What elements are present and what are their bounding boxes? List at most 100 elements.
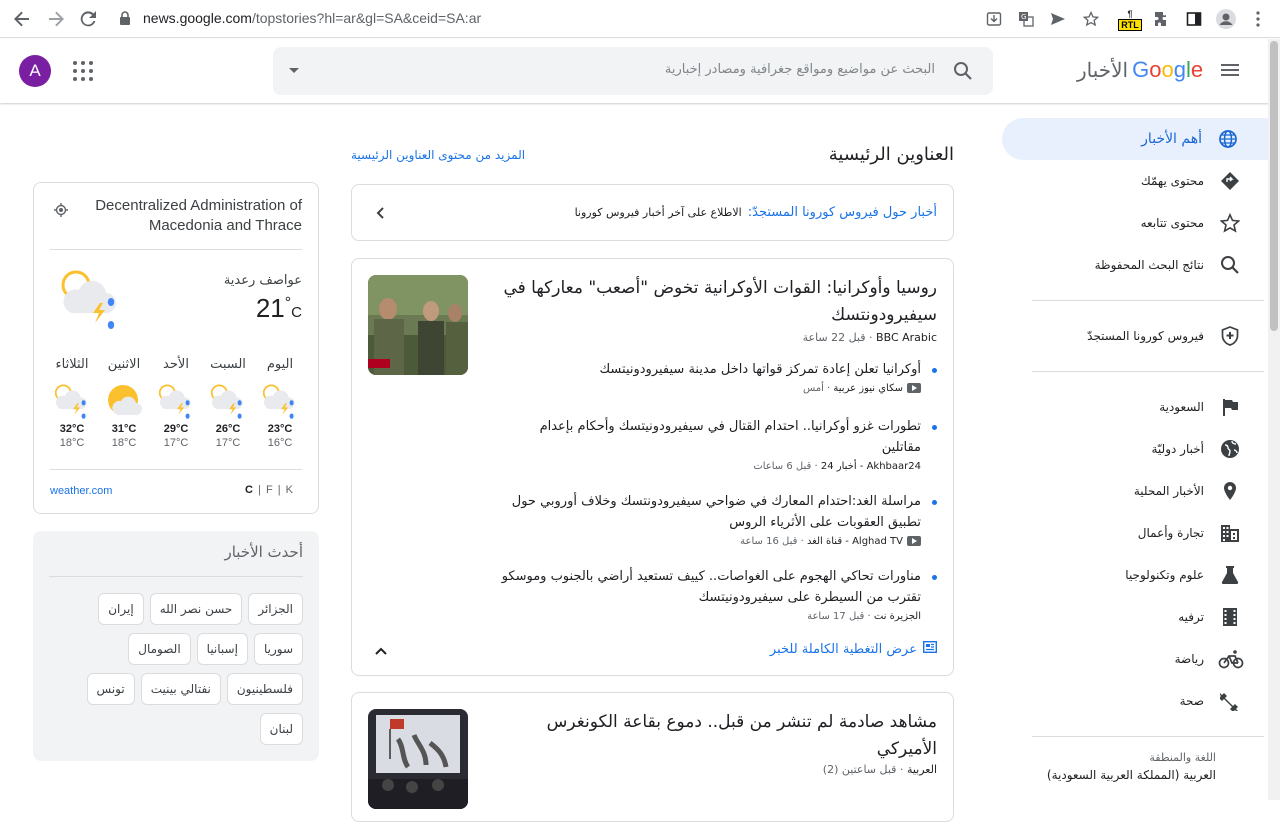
extensions-puzzle-icon[interactable]: [1151, 8, 1173, 30]
sidebar-item-label: علوم وتكنولوجيا: [1125, 568, 1204, 582]
sub-story-time: أمس: [802, 383, 824, 394]
sidebar-item-entertainment[interactable]: ترفيه: [1002, 596, 1280, 638]
language-label: اللغة والمنطقة: [1149, 751, 1216, 764]
lock-icon[interactable]: [119, 10, 133, 26]
bookmark-star-icon[interactable]: [1080, 8, 1102, 30]
scrollbar-thumb[interactable]: [1270, 41, 1278, 331]
sub-story-headline[interactable]: تطورات غزو أوكرانيا.. احتدام القتال في س…: [501, 416, 937, 458]
sidebar-item-science[interactable]: علوم وتكنولوجيا: [1002, 554, 1280, 596]
story-card: مشاهد صادمة لم تنشر من قبل.. دموع بقاعة …: [351, 692, 954, 822]
forecast-day[interactable]: اليوم 23°C 16°C: [258, 357, 302, 457]
sidebar-item-sports[interactable]: رياضة: [1002, 638, 1280, 680]
sidebar-item-local[interactable]: الأخبار المحلية: [1002, 470, 1280, 512]
my-location-icon[interactable]: [54, 202, 68, 217]
sidebar-item-covid[interactable]: فيروس كورونا المستجدّ: [1002, 315, 1280, 357]
translate-icon[interactable]: G: [1015, 8, 1037, 30]
topic-chip[interactable]: نفتالي بينيت: [140, 673, 221, 705]
topic-chip[interactable]: الصومال: [128, 633, 191, 665]
sub-story-headline[interactable]: أوكرانيا تعلن إعادة تمركز قواتها داخل مد…: [501, 359, 937, 380]
topic-chip[interactable]: حسن نصر الله: [149, 593, 243, 625]
shield-icon: [1220, 326, 1240, 346]
sidebar-item-following[interactable]: محتوى تتابعه: [1002, 202, 1280, 244]
profile-icon[interactable]: [1215, 8, 1237, 30]
sub-story[interactable]: تطورات غزو أوكرانيا.. احتدام القتال في س…: [501, 416, 937, 472]
sidebar-item-top-stories[interactable]: أهم الأخبار: [1002, 118, 1278, 160]
logo-letter: g: [1173, 57, 1186, 82]
install-icon[interactable]: [983, 8, 1005, 30]
sub-story-source[interactable]: سكاي نيوز عربية: [833, 383, 903, 394]
chevron-up-icon[interactable]: [374, 643, 388, 657]
url-host: news.google.com: [143, 10, 252, 26]
weather-source-link[interactable]: weather.com: [50, 485, 112, 497]
forecast-day[interactable]: الأحد 29°C 17°C: [154, 357, 198, 457]
page-scrollbar[interactable]: [1268, 39, 1280, 800]
forecast-day[interactable]: الثلاثاء 32°C 18°C: [50, 357, 94, 457]
page-title[interactable]: العناوين الرئيسية: [829, 144, 954, 165]
more-vert-icon[interactable]: [1247, 8, 1269, 30]
sidebar-item-health[interactable]: صحة: [1002, 680, 1280, 722]
topic-chip[interactable]: سوريا: [253, 633, 303, 665]
search-box[interactable]: البحث عن مواضيع ومواقع جغرافية ومصادر إخ…: [273, 47, 993, 95]
latest-news-title: أحدث الأخبار: [224, 543, 303, 561]
topic-chip[interactable]: إسبانيا: [196, 633, 248, 665]
forecast-day-name: الثلاثاء: [55, 357, 89, 372]
covid-banner[interactable]: أخبار حول فيروس كورونا المستجدّ: الاطلاع …: [351, 184, 954, 241]
search-icon: [1220, 255, 1240, 275]
topic-chip[interactable]: تونس: [86, 673, 135, 705]
sub-story-source[interactable]: الجزيرة نت: [874, 611, 921, 622]
sidebar-item-world[interactable]: أخبار دوليّة: [1002, 428, 1280, 470]
full-coverage-link[interactable]: عرض التغطية الكاملة للخبر: [770, 640, 938, 657]
story-headline[interactable]: مشاهد صادمة لم تنشر من قبل.. دموع بقاعة …: [487, 709, 937, 763]
apps-grid-icon[interactable]: [73, 61, 93, 81]
covid-banner-link[interactable]: أخبار حول فيروس كورونا المستجدّ:: [748, 205, 937, 220]
sidebar-item-business[interactable]: تجارة وأعمال: [1002, 512, 1280, 554]
search-icon[interactable]: [953, 61, 973, 81]
dumbbell-icon: [1219, 691, 1240, 712]
story-headline[interactable]: روسيا وأوكرانيا: القوات الأوكرانية تخوض …: [487, 275, 937, 329]
unit-f[interactable]: F: [266, 484, 274, 496]
sub-story-headline[interactable]: مراسلة الغد:احتدام المعارك في ضواحي سيفي…: [501, 491, 937, 533]
unit-c[interactable]: C: [245, 484, 254, 496]
language-region[interactable]: اللغة والمنطقة العربية (المملكة العربية …: [1002, 751, 1280, 782]
sub-story[interactable]: أوكرانيا تعلن إعادة تمركز قواتها داخل مد…: [501, 359, 937, 394]
forecast-day-name: الأحد: [163, 357, 189, 372]
sub-story-meta: Alghad TV - قناة الغد · قبل 16 ساعة: [501, 536, 921, 547]
story-source[interactable]: العربية: [907, 763, 937, 776]
sub-story-source[interactable]: Akhbaar24 - أخبار 24: [821, 461, 921, 472]
topic-chip[interactable]: الجزائر: [248, 593, 303, 625]
send-icon[interactable]: [1047, 8, 1069, 30]
google-news-logo[interactable]: الأخبار Google: [1077, 57, 1203, 83]
forecast-day[interactable]: السبت 26°C 17°C: [206, 357, 250, 457]
sub-story[interactable]: مراسلة الغد:احتدام المعارك في ضواحي سيفي…: [501, 491, 937, 547]
search-input[interactable]: البحث عن مواضيع ومواقع جغرافية ومصادر إخ…: [665, 62, 935, 77]
chevron-left-icon[interactable]: [374, 205, 388, 219]
forecast-low: 16°C: [267, 437, 293, 449]
sidebar-item-saudi[interactable]: السعودية: [1002, 386, 1280, 428]
topic-chip[interactable]: إيران: [98, 593, 144, 625]
sidebar-item-for-you[interactable]: محتوى يهمّك: [1002, 160, 1280, 202]
sidebar-item-saved-searches[interactable]: نتائج البحث المحفوظة: [1002, 244, 1280, 286]
story-source[interactable]: BBC Arabic: [876, 331, 937, 344]
story-thumbnail[interactable]: [368, 275, 468, 375]
topic-chip[interactable]: لبنان: [259, 713, 303, 745]
sub-story[interactable]: مناورات تحاكي الهجوم على الغواصات.. كييف…: [501, 566, 937, 622]
sub-story-meta: Akhbaar24 - أخبار 24 · قبل 6 ساعات: [753, 461, 921, 472]
more-headlines-link[interactable]: المزيد من محتوى العناوين الرئيسية: [351, 148, 525, 162]
address-bar[interactable]: news.google.com/topstories?hl=ar&gl=SA&c…: [143, 10, 481, 26]
reload-icon[interactable]: [76, 7, 100, 31]
main-menu-icon[interactable]: [1221, 64, 1239, 76]
sub-story-headline[interactable]: مناورات تحاكي الهجوم على الغواصات.. كييف…: [501, 566, 937, 608]
story-thumbnail[interactable]: [368, 709, 468, 809]
topic-chip[interactable]: فلسطينيون: [226, 673, 303, 705]
unit-k[interactable]: K: [286, 484, 294, 496]
weather-location[interactable]: Decentralized Administration of Macedoni…: [72, 196, 302, 236]
sub-story-source[interactable]: Alghad TV - قناة الغد: [807, 536, 903, 547]
avatar[interactable]: A: [19, 55, 51, 87]
back-icon[interactable]: [10, 7, 34, 31]
forecast-day[interactable]: الاثنين 31°C 18°C: [102, 357, 146, 457]
rtl-extension-icon[interactable]: ¶ RTL: [1118, 9, 1142, 31]
forward-icon[interactable]: [44, 7, 68, 31]
flask-icon: [1220, 565, 1240, 585]
side-panel-icon[interactable]: [1183, 8, 1205, 30]
search-dropdown-icon[interactable]: [289, 68, 299, 73]
